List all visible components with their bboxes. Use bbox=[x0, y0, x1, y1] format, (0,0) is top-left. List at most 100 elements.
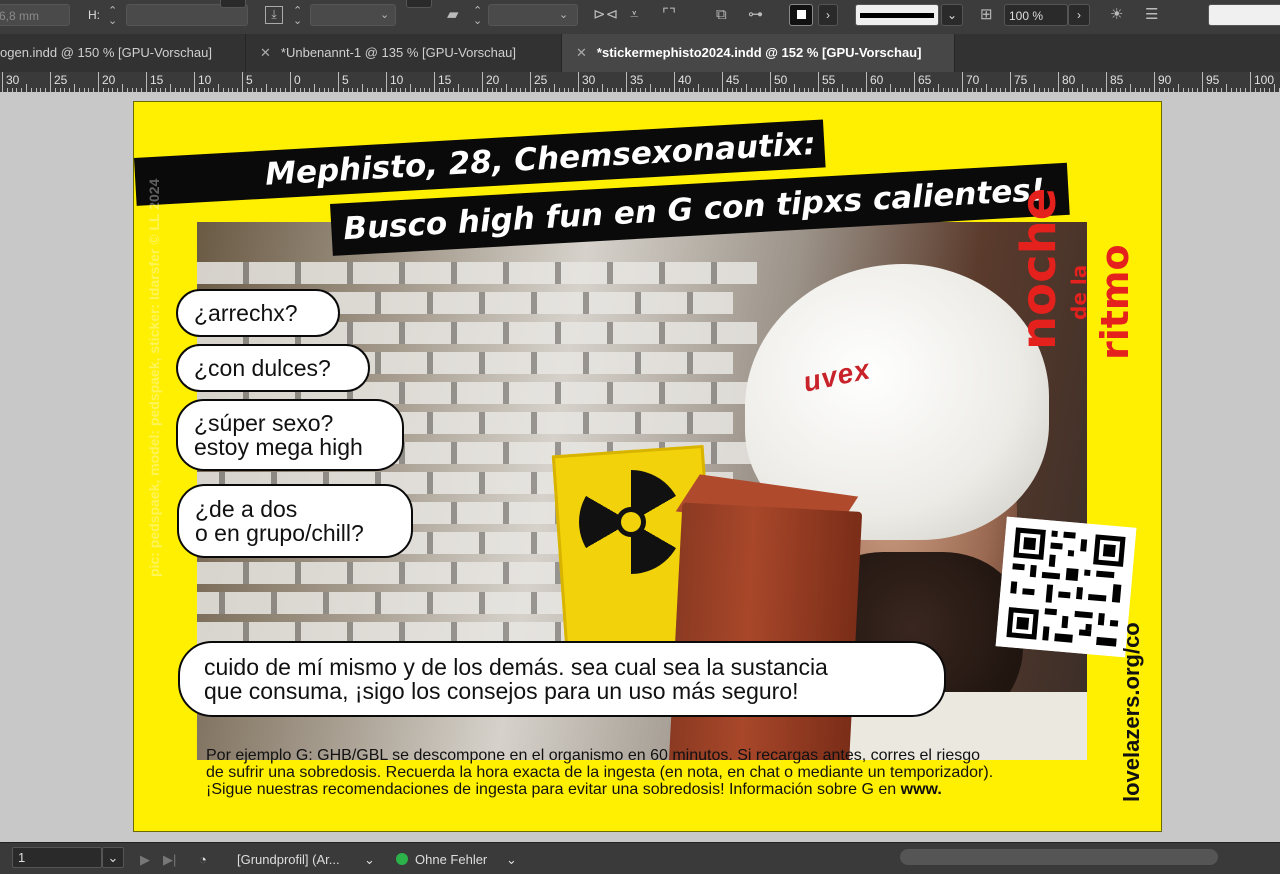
ruler-tick bbox=[650, 84, 651, 92]
qr-code[interactable] bbox=[995, 516, 1137, 658]
fine-print-line: de sufrir una sobredosis. Recuerda la ho… bbox=[206, 764, 994, 781]
ruler-tick bbox=[50, 72, 51, 92]
ruler-label: 0 bbox=[294, 73, 301, 87]
ruler-tick bbox=[266, 84, 267, 92]
zoom-field[interactable]: 100 % bbox=[1004, 4, 1068, 26]
profile-dropdown-icon[interactable]: ⌄ bbox=[364, 852, 375, 868]
ruler-tick bbox=[1010, 72, 1011, 92]
stroke-style-field[interactable] bbox=[855, 4, 939, 26]
ruler-label: 90 bbox=[1158, 73, 1172, 87]
ruler-label: 45 bbox=[726, 73, 740, 87]
shear-icon[interactable]: ▰ bbox=[447, 6, 459, 24]
ruler-label: 5 bbox=[246, 73, 253, 87]
distribute-icon[interactable]: ⊶ bbox=[748, 6, 763, 24]
speech-bubble-dulces[interactable]: ¿con dulces? bbox=[176, 344, 370, 392]
zoom-dropdown-button[interactable]: › bbox=[1068, 4, 1090, 26]
ruler-tick bbox=[26, 84, 27, 92]
ruler-tick bbox=[866, 72, 867, 92]
brand-line-3: noche bbox=[1011, 187, 1067, 350]
ruler-tick bbox=[1058, 72, 1059, 92]
next-page-icon[interactable]: ▶ bbox=[140, 852, 150, 868]
ruler-label: 50 bbox=[774, 73, 788, 87]
align-icon[interactable]: ⤓ bbox=[265, 6, 283, 24]
page-dropdown-button[interactable]: ⌄ bbox=[102, 847, 124, 868]
ruler-label: 60 bbox=[870, 73, 884, 87]
speech-bubble-super-sexo[interactable]: ¿súper sexo? estoy mega high bbox=[176, 399, 404, 471]
ruler-label: 25 bbox=[534, 73, 548, 87]
tab-ogen[interactable]: ogen.indd @ 150 % [GPU-Vorschau] bbox=[0, 34, 246, 72]
ruler-tick bbox=[98, 72, 99, 92]
align-panel-icon[interactable]: ☰ bbox=[1145, 6, 1158, 24]
ruler-label: 40 bbox=[678, 73, 692, 87]
fine-print-line: ¡Sigue nuestras recomendaciones de inges… bbox=[206, 781, 901, 798]
horizontal-ruler[interactable]: 30 25 20 15 10 5 0 5 10 15 20 25 30 35 40 45 50 55 60 65 70 7… bbox=[0, 72, 1280, 93]
speech-bubble-grupo[interactable]: ¿de a dos o en grupo/chill? bbox=[177, 484, 413, 558]
close-icon[interactable]: ✕ bbox=[260, 45, 271, 60]
document-page[interactable]: uvex Mephisto, 28, Chemsexonautix: Busco… bbox=[133, 101, 1162, 832]
ritmo-de-la-noche-logo[interactable]: ritmo de la noche bbox=[1011, 102, 1151, 360]
rotate-preset-button[interactable] bbox=[406, 0, 432, 8]
stroke-style-dropdown[interactable]: ⌄ bbox=[941, 4, 963, 26]
close-icon[interactable]: ✕ bbox=[576, 45, 587, 60]
ruler-label: 25 bbox=[54, 73, 68, 87]
tab-label: *Unbenannt-1 @ 135 % [GPU-Vorschau] bbox=[280, 45, 516, 60]
ruler-tick bbox=[578, 72, 579, 92]
profile-icon[interactable]: ◔ bbox=[199, 852, 207, 867]
brand-line-2: de la bbox=[1067, 264, 1091, 320]
bubble-text: ¿con dulces? bbox=[194, 355, 331, 381]
preflight-status[interactable]: Ohne Fehler bbox=[415, 852, 487, 867]
x-position-field[interactable]: 6,8 mm bbox=[0, 4, 70, 26]
ruler-tick bbox=[290, 72, 291, 92]
bubble-text: ¿súper sexo? bbox=[194, 410, 334, 436]
ruler-tick bbox=[1226, 84, 1227, 92]
select-container-icon[interactable]: ⧉ bbox=[716, 6, 727, 24]
reference-point-icon[interactable]: ⌜⌝ bbox=[662, 6, 676, 24]
last-page-icon[interactable]: ▶| bbox=[163, 852, 176, 868]
rotate-stepper-icon[interactable]: ⌃ ⌄ bbox=[293, 6, 302, 27]
page-number-field[interactable]: 1 bbox=[12, 847, 102, 868]
ruler-label: 15 bbox=[438, 73, 452, 87]
radiation-icon bbox=[579, 470, 683, 574]
h-label: H: bbox=[88, 8, 100, 22]
stroke-dropdown-button[interactable]: › bbox=[818, 4, 838, 26]
speech-bubble-cuido[interactable]: cuido de mí mismo y de los demás. sea cu… bbox=[178, 641, 946, 717]
bubble-text: cuido de mí mismo y de los demás. sea cu… bbox=[204, 654, 828, 680]
frame-fit-icon[interactable]: ⊞ bbox=[980, 6, 993, 24]
fill-swatch-field[interactable] bbox=[1208, 4, 1280, 26]
ruler-tick bbox=[554, 84, 555, 92]
preflight-status-icon bbox=[396, 853, 408, 865]
shear-stepper-icon[interactable]: ⌃ ⌄ bbox=[473, 6, 482, 27]
ruler-tick bbox=[170, 84, 171, 92]
ruler-label: 30 bbox=[6, 73, 20, 87]
ruler-tick bbox=[698, 84, 699, 92]
link-proportions-button[interactable] bbox=[220, 0, 246, 8]
ruler-tick bbox=[794, 84, 795, 92]
bubble-text: o en grupo/chill? bbox=[195, 520, 364, 546]
flip-horizontal-icon[interactable]: ⊳⊲ bbox=[593, 6, 618, 24]
horizontal-scrollbar[interactable] bbox=[900, 849, 1218, 865]
speech-bubble-arrechx[interactable]: ¿arrechx? bbox=[176, 289, 340, 337]
h-stepper-icon[interactable]: ⌃ ⌄ bbox=[108, 6, 117, 27]
shear-dropdown-icon[interactable]: ⌄ bbox=[559, 6, 568, 24]
preflight-dropdown-icon[interactable]: ⌄ bbox=[506, 852, 517, 868]
stroke-swatch-icon[interactable] bbox=[789, 4, 813, 26]
ruler-label: 10 bbox=[198, 73, 212, 87]
rotate-dropdown-icon[interactable]: ⌄ bbox=[380, 6, 389, 24]
ruler-tick bbox=[74, 84, 75, 92]
tab-unbenannt[interactable]: ✕ *Unbenannt-1 @ 135 % [GPU-Vorschau] bbox=[246, 34, 562, 72]
tab-stickermephisto[interactable]: ✕ *stickermephisto2024.indd @ 152 % [GPU-… bbox=[562, 34, 955, 72]
ruler-tick bbox=[1034, 84, 1035, 92]
ruler-tick bbox=[1082, 84, 1083, 92]
ruler-tick bbox=[1154, 72, 1155, 92]
effects-icon[interactable]: ☀ bbox=[1110, 6, 1123, 24]
brand-line-1: ritmo bbox=[1093, 244, 1137, 360]
ruler-tick bbox=[914, 72, 915, 92]
ruler-label: 80 bbox=[1062, 73, 1076, 87]
ruler-label: 55 bbox=[822, 73, 836, 87]
ruler-label: 100 bbox=[1254, 73, 1275, 87]
ruler-tick bbox=[938, 84, 939, 92]
flip-vertical-icon[interactable]: ⩡ bbox=[630, 6, 638, 24]
color-profile[interactable]: [Grundprofil] (Ar... bbox=[237, 852, 340, 867]
fine-print[interactable]: Por ejemplo G: GHB/GBL se descompone en … bbox=[206, 747, 1136, 798]
ruler-tick bbox=[2, 72, 3, 92]
